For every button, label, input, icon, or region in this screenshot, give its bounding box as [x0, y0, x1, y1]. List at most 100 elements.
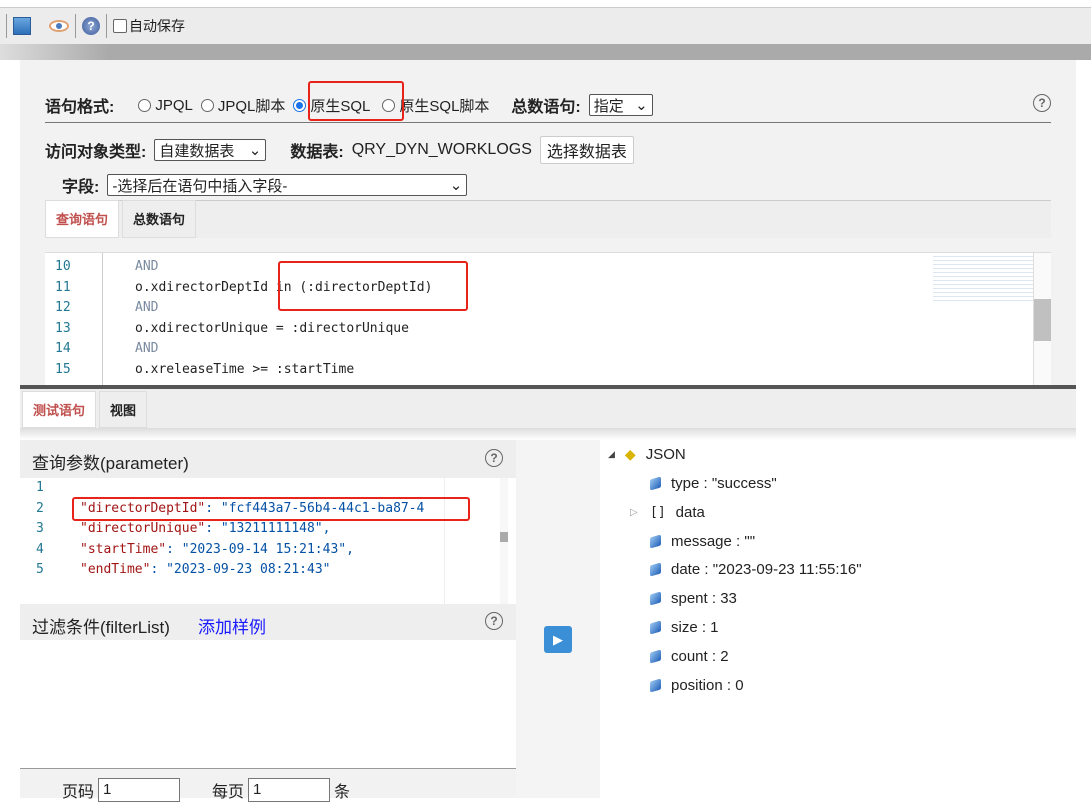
line-number: 11 [55, 279, 71, 295]
object-type-label: 访问对象类型: [45, 144, 147, 161]
tree-item[interactable]: ▷ [] data [630, 503, 705, 521]
help-icon[interactable]: ? [1033, 94, 1051, 112]
filter-editor[interactable] [20, 640, 516, 768]
bottom-tabbar [20, 389, 1076, 428]
line-number: 15 [55, 361, 71, 377]
tab-count[interactable]: 总数语句 [122, 200, 197, 238]
per-page-label: 每页 [212, 784, 245, 801]
toolbar: ? 自动保存 [0, 7, 1091, 44]
format-label: 语句格式: [45, 99, 115, 116]
select-table-button[interactable]: 选择数据表 [539, 136, 634, 164]
separator [75, 14, 76, 38]
radio-native-sql[interactable] [293, 98, 307, 112]
object-type-select[interactable]: 自建数据表 ⌄ [154, 139, 267, 161]
tree-root[interactable]: ◢ ◆ JSON [608, 446, 686, 463]
line-number: 12 [55, 300, 71, 315]
save-icon[interactable] [13, 17, 31, 35]
tree-item-label: date : "2023-09-23 11:55:16" [671, 561, 862, 579]
chevron-down-icon: ⌄ [635, 97, 648, 114]
value-gem-icon [650, 678, 661, 693]
preview-eye-icon[interactable] [49, 20, 69, 32]
radio-label: 原生SQL脚本 [399, 97, 490, 115]
highlight-box [72, 497, 470, 521]
field-placeholder: -选择后在语句中插入字段- [112, 177, 288, 195]
radio-jpql-script[interactable] [200, 98, 214, 112]
separator [6, 14, 7, 38]
sql-line: o.xreleaseTime >= :startTime [135, 361, 355, 377]
line-number: 4 [36, 541, 44, 557]
param-key: "endTime" [80, 562, 151, 577]
tree-item[interactable]: size : 1 [650, 619, 719, 636]
line-number: 5 [36, 562, 44, 577]
array-icon: [] [650, 504, 666, 520]
tree-item[interactable]: position : 0 [650, 677, 744, 694]
help-icon[interactable]: ? [485, 612, 503, 630]
highlight-box [308, 81, 404, 121]
value-gem-icon [650, 562, 661, 577]
tree-item-label: position : 0 [671, 676, 744, 694]
scrollbar[interactable] [500, 478, 508, 604]
count-label: 总数语句: [511, 99, 581, 116]
filter-title: 过滤条件(filterList) [32, 618, 170, 637]
autosave-checkbox[interactable] [113, 19, 127, 33]
divider [45, 122, 1051, 123]
autosave-label: 自动保存 [129, 18, 185, 34]
separator [106, 14, 107, 38]
tree-item-label: spent : 33 [671, 590, 737, 608]
expand-triangle-icon[interactable]: ▷ [630, 507, 638, 518]
field-row: 字段: -选择后在语句中插入字段- ⌄ [62, 173, 468, 197]
line-number: 13 [55, 320, 71, 336]
value-gem-icon [650, 620, 661, 635]
value-gem-icon [650, 476, 661, 491]
line-number: 1 [36, 480, 44, 495]
param-value: : "2023-09-14 15:21:43", [166, 541, 354, 557]
tree-item[interactable]: spent : 33 [650, 590, 737, 607]
help-icon[interactable]: ? [485, 449, 503, 467]
field-select[interactable]: -选择后在语句中插入字段- ⌄ [107, 174, 468, 196]
value-gem-icon [650, 591, 661, 606]
chevron-down-icon: ⌄ [248, 142, 262, 159]
param-key: "directorUnique" [80, 521, 206, 536]
filter-header: 过滤条件(filterList) 添加样例 ? [20, 604, 516, 640]
collapse-triangle-icon[interactable]: ◢ [608, 449, 615, 460]
radio-label: JPQL [155, 96, 193, 114]
scrollbar[interactable] [1033, 253, 1051, 385]
line-number: 2 [36, 500, 44, 516]
radio-jpql[interactable] [138, 98, 152, 112]
params-title: 查询参数(parameter) [32, 454, 189, 473]
sql-editor[interactable]: 10 AND 11 o.xdirectorDeptId in (:directorDe… [45, 252, 1051, 385]
add-sample-link[interactable]: 添加样例 [198, 613, 266, 638]
page-label: 页码 [62, 784, 95, 801]
tree-item[interactable]: type : "success" [650, 475, 777, 492]
tab-test[interactable]: 测试语句 [22, 391, 97, 428]
chevron-down-icon: ⌄ [449, 177, 463, 194]
main-panel: 语句格式: JPQL JPQL脚本 原生SQL 原生SQL脚本 总数语句: 指定… [20, 60, 1076, 802]
params-header: 查询参数(parameter) ? [20, 440, 516, 478]
minimap[interactable] [933, 253, 1033, 303]
tree-item[interactable]: count : 2 [650, 648, 729, 665]
line-number: 14 [55, 341, 71, 356]
tree-item-label: type : "success" [671, 475, 777, 492]
highlight-box [278, 261, 468, 311]
tree-root-label: JSON [645, 446, 686, 463]
sql-line: AND [135, 341, 159, 356]
tree-item-label: message : "" [671, 532, 756, 550]
page-input[interactable]: 1 [98, 778, 181, 802]
tree-item[interactable]: message : "" [650, 533, 755, 550]
tree-item-label: data [675, 503, 705, 521]
tab-view[interactable]: 视图 [99, 391, 148, 428]
per-page-input[interactable]: 1 [248, 778, 331, 802]
run-button[interactable]: ▶ [544, 626, 572, 653]
field-label: 字段: [62, 179, 100, 196]
count-value: 指定 [593, 97, 624, 115]
sql-line: o.xdirectorUnique = :directorUnique [135, 320, 409, 336]
count-select[interactable]: 指定 ⌄ [588, 94, 653, 116]
param-value: : "2023-09-23 08:21:43" [150, 562, 331, 577]
toolbar-shadow [0, 44, 1091, 60]
radio-label: JPQL脚本 [217, 97, 286, 115]
tab-query[interactable]: 查询语句 [45, 200, 120, 238]
line-number: 3 [36, 521, 44, 536]
tree-item[interactable]: date : "2023-09-23 11:55:16" [650, 561, 862, 578]
pagination: 页码 1 每页 1 条 [62, 778, 350, 802]
help-icon[interactable]: ? [82, 17, 100, 35]
